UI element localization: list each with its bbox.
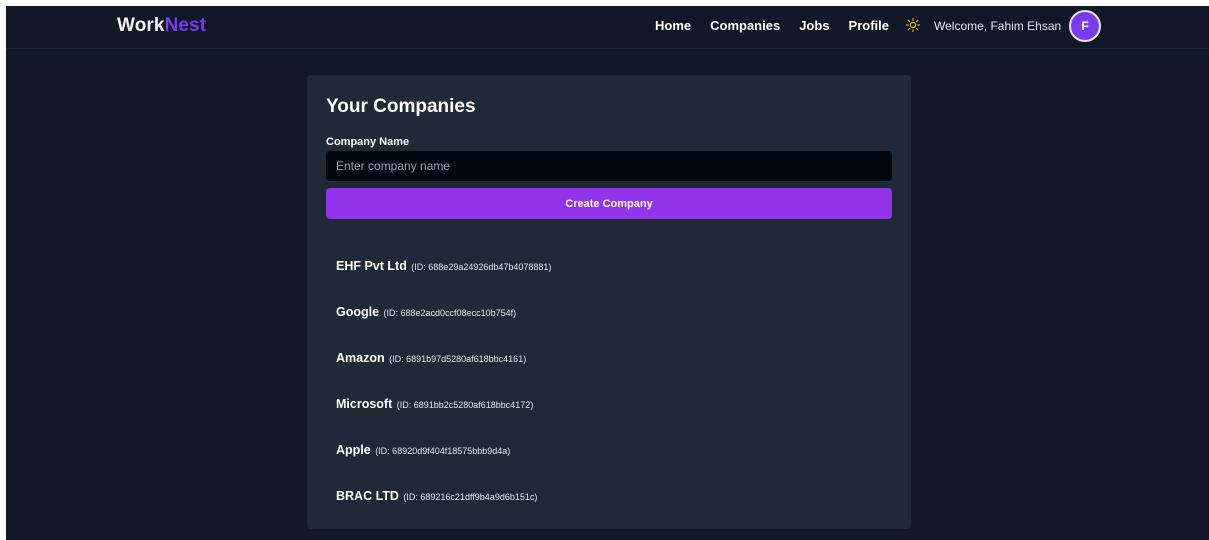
company-id: (ID: 688e2acd0ccf08ecc10b754f) xyxy=(383,308,517,318)
welcome-text: Welcome, Fahim Ehsan xyxy=(934,19,1062,33)
company-name: EHF Pvt Ltd xyxy=(336,259,407,273)
sun-icon xyxy=(905,17,921,33)
theme-toggle-button[interactable] xyxy=(904,16,922,34)
user-avatar[interactable]: F xyxy=(1069,10,1101,42)
nav-links: Home Companies Jobs Profile xyxy=(655,18,889,33)
companies-card: Your Companies Company Name Create Compa… xyxy=(307,75,911,529)
brand-logo[interactable]: WorkNest xyxy=(117,15,206,37)
page-title: Your Companies xyxy=(326,96,476,117)
nav-link-companies[interactable]: Companies xyxy=(710,18,780,33)
company-id: (ID: 688e29a24926db47b4078881) xyxy=(411,262,552,272)
company-name: BRAC LTD xyxy=(336,489,399,503)
company-list-item[interactable]: Microsoft (ID: 6891bb2c5280af618bbc4172) xyxy=(336,395,886,441)
company-list-item[interactable]: BRAC LTD (ID: 689216c21dff9b4a9d6b151c) xyxy=(336,487,886,533)
company-list-item[interactable]: Google (ID: 688e2acd0ccf08ecc10b754f) xyxy=(336,303,886,349)
logo-text-nest: Nest xyxy=(164,15,207,36)
nav-link-profile[interactable]: Profile xyxy=(849,18,889,33)
nav-link-jobs[interactable]: Jobs xyxy=(799,18,829,33)
navbar: WorkNest Home Companies Jobs Profile Wel… xyxy=(6,6,1209,49)
app-window: WorkNest Home Companies Jobs Profile Wel… xyxy=(6,6,1209,540)
logo-text-work: Work xyxy=(117,15,165,36)
company-name: Apple xyxy=(336,443,371,457)
create-company-button[interactable]: Create Company xyxy=(326,188,892,219)
company-name: Microsoft xyxy=(336,397,393,411)
company-name: Amazon xyxy=(336,351,385,365)
company-name: Google xyxy=(336,305,380,319)
company-id: (ID: 6891bb2c5280af618bbc4172) xyxy=(396,400,534,410)
company-list-item[interactable]: Apple (ID: 68920d9f404f18575bbb9d4a) xyxy=(336,441,886,487)
company-list-item[interactable]: EHF Pvt Ltd (ID: 688e29a24926db47b407888… xyxy=(336,257,886,303)
company-list-item[interactable]: Amazon (ID: 6891b97d5280af618bbc4161) xyxy=(336,349,886,395)
company-id: (ID: 68920d9f404f18575bbb9d4a) xyxy=(375,446,511,456)
company-id: (ID: 6891b97d5280af618bbc4161) xyxy=(389,354,527,364)
company-list: EHF Pvt Ltd (ID: 688e29a24926db47b407888… xyxy=(336,257,886,533)
company-id: (ID: 689216c21dff9b4a9d6b151c) xyxy=(403,492,538,502)
company-name-input[interactable] xyxy=(326,151,892,181)
nav-link-home[interactable]: Home xyxy=(655,18,691,33)
company-name-label: Company Name xyxy=(326,136,410,148)
